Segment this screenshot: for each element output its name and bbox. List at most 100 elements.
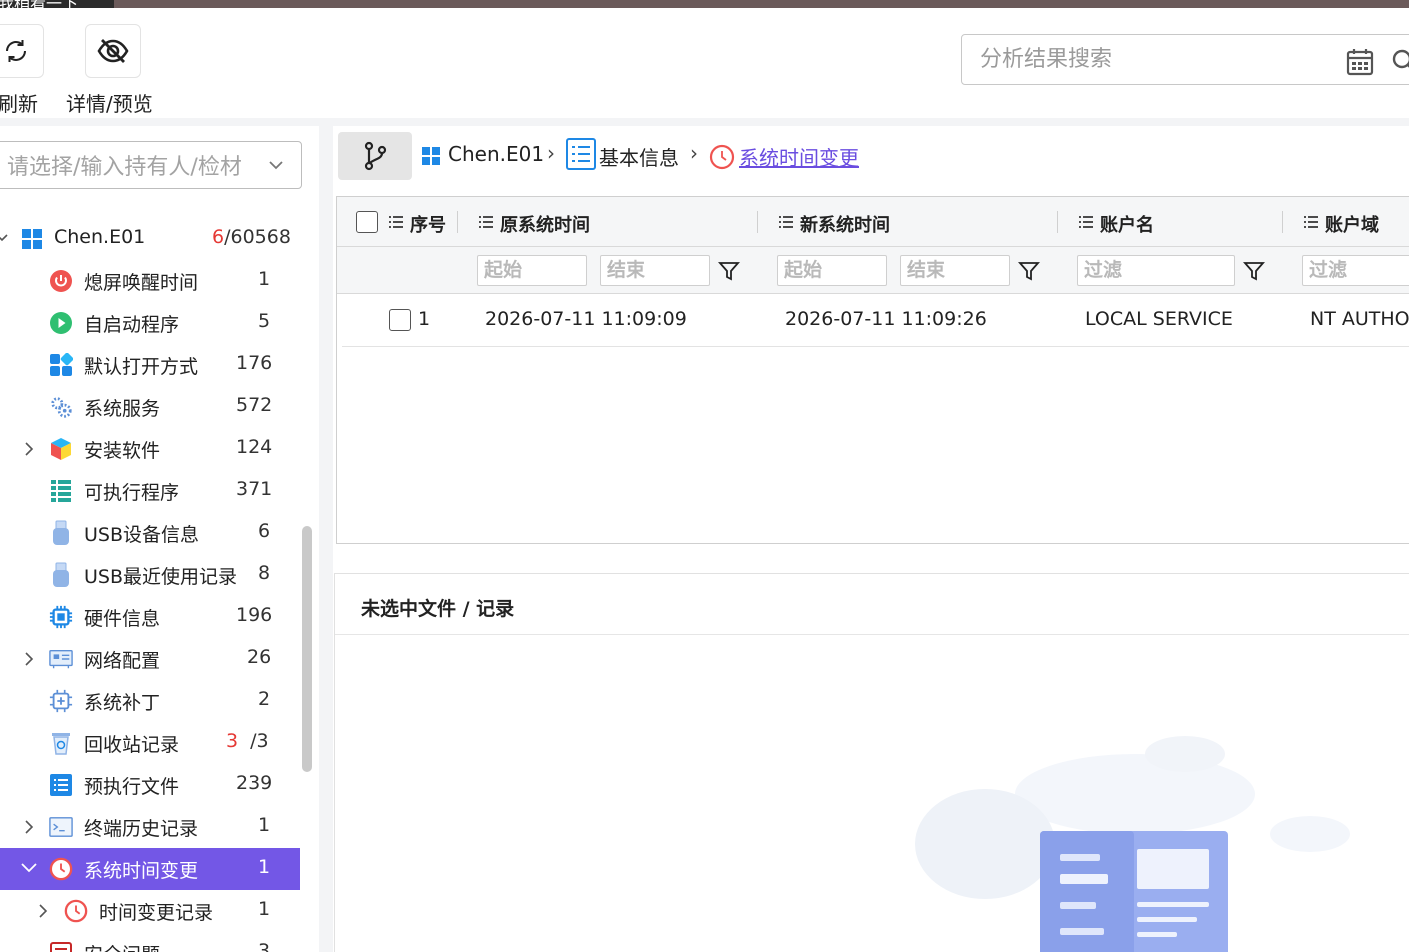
tree-item-system-services[interactable]: 系统服务 572 — [0, 386, 300, 428]
branch-icon — [364, 141, 387, 171]
chevron-right-icon[interactable] — [36, 902, 50, 920]
detail-preview-button[interactable] — [85, 24, 141, 78]
column-menu-icon[interactable] — [1303, 215, 1319, 229]
cell-domain: NT AUTHO — [1310, 308, 1409, 330]
column-header-account[interactable]: 账户名 — [1100, 211, 1154, 237]
box-icon — [49, 437, 73, 461]
new-time-end-filter[interactable]: 结束 — [900, 255, 1010, 286]
column-divider[interactable] — [1057, 211, 1058, 233]
sidebar-scrollbar[interactable] — [302, 526, 312, 772]
detail-panel-divider — [335, 634, 1409, 635]
chevron-right-icon[interactable] — [22, 440, 36, 458]
list-icon — [566, 138, 596, 170]
tree-item-count: 2 — [258, 688, 271, 710]
tree-item-recycle-bin[interactable]: 回收站记录 3/3 — [0, 722, 300, 764]
refresh-button[interactable] — [0, 24, 44, 78]
breadcrumb-item-current[interactable]: 系统时间变更 — [739, 142, 859, 171]
filter-icon[interactable] — [718, 260, 740, 282]
cell-index: 1 — [418, 308, 431, 330]
tree-item-count: 3 — [258, 940, 271, 952]
tree-item-count: 5 — [258, 310, 271, 332]
column-header-index[interactable]: 序号 — [410, 211, 446, 237]
window-tab[interactable]: 我稍看一下 — [0, 0, 114, 8]
domain-filter[interactable]: 过滤 — [1302, 255, 1409, 286]
account-filter[interactable]: 过滤 — [1077, 255, 1235, 286]
branch-button[interactable] — [338, 132, 412, 180]
recycle-bin-icon — [49, 731, 73, 755]
new-time-start-filter[interactable]: 起始 — [777, 255, 887, 286]
tree-item-executables[interactable]: 可执行程序 371 — [0, 470, 300, 512]
title-strip: 我稍看一下 — [0, 0, 1409, 8]
calendar-icon[interactable] — [1345, 47, 1375, 77]
column-menu-icon[interactable] — [478, 215, 494, 229]
chevron-down-icon — [269, 161, 283, 170]
select-all-checkbox[interactable] — [356, 211, 378, 233]
tree-item-usb-devices[interactable]: USB设备信息 6 — [0, 512, 300, 554]
tree-item-hardware[interactable]: 硬件信息 196 — [0, 596, 300, 638]
tree-item-count: 1 — [258, 814, 271, 836]
tree-item-autostart[interactable]: 自启动程序 5 — [0, 302, 300, 344]
filter-icon[interactable] — [1243, 260, 1265, 282]
tree-item-count: 196 — [236, 604, 273, 626]
cell-old-time: 2026-07-11 11:09:09 — [485, 308, 687, 330]
chevron-right-icon[interactable] — [22, 818, 36, 836]
apps-icon — [49, 353, 73, 377]
old-time-end-filter[interactable]: 结束 — [600, 255, 710, 286]
tree-item-terminal-history[interactable]: 终端历史记录 1 — [0, 806, 300, 848]
column-menu-icon[interactable] — [1078, 215, 1094, 229]
row-checkbox[interactable] — [389, 309, 411, 331]
filter-icon[interactable] — [1018, 260, 1040, 282]
column-menu-icon[interactable] — [388, 215, 404, 229]
column-divider[interactable] — [1282, 211, 1283, 233]
breadcrumb-separator: › — [547, 141, 555, 165]
chevron-down-icon[interactable] — [20, 860, 38, 876]
chevron-right-icon[interactable] — [22, 650, 36, 668]
window-title: 我稍看一下 — [0, 0, 78, 8]
usb-icon — [49, 520, 73, 545]
tree-item-default-open[interactable]: 默认打开方式 176 — [0, 344, 300, 386]
usb-icon — [49, 562, 73, 587]
tree-item-system-time-change[interactable]: 系统时间变更 1 — [0, 848, 300, 890]
search-input[interactable] — [962, 35, 1322, 83]
holder-selector[interactable]: 请选择/输入持有人/检材 — [0, 141, 302, 189]
tree-item-time-change-record[interactable]: 时间变更记录 1 — [0, 890, 300, 932]
power-icon — [49, 269, 73, 293]
tree-item-security-questions[interactable]: 安全问题 3 — [0, 932, 300, 952]
column-divider[interactable] — [757, 211, 758, 233]
column-menu-icon[interactable] — [778, 215, 794, 229]
tree-item-label: 安全问题 — [84, 940, 160, 952]
tree-item-label: 时间变更记录 — [99, 902, 214, 924]
tree-root-count-red: 6 — [212, 226, 225, 248]
tree-item-label: 安装软件 — [84, 440, 161, 462]
tree-item-count-rest: /3 — [250, 730, 269, 752]
search-icon[interactable] — [1390, 47, 1409, 75]
tree-item-patches[interactable]: 系统补丁 2 — [0, 680, 300, 722]
table-row[interactable]: 1 2026-07-11 11:09:09 2026-07-11 11:09:2… — [342, 294, 1409, 347]
tree-item-prefetch[interactable]: 预执行文件 239 — [0, 764, 300, 806]
tree-item-installed-software[interactable]: 安装软件 124 — [0, 428, 300, 470]
tree-item-usb-recent[interactable]: USB最近使用记录 8 — [0, 554, 300, 596]
breadcrumb-item-basic-info[interactable]: 基本信息 — [599, 142, 679, 171]
column-header-domain[interactable]: 账户域 — [1325, 211, 1379, 237]
windows-icon — [20, 227, 44, 251]
tree-item-screen-wake[interactable]: 熄屏唤醒时间 1 — [0, 260, 300, 302]
tree-root[interactable]: Chen.E01 6/60568 — [0, 218, 300, 260]
toolbar: 刷新 详情/预览 — [0, 8, 1409, 118]
column-header-new-time[interactable]: 新系统时间 — [800, 211, 890, 237]
chevron-down-icon[interactable] — [0, 230, 10, 246]
tree-item-count: 1 — [258, 856, 271, 878]
tree-item-network[interactable]: 网络配置 26 — [0, 638, 300, 680]
sidebar-separator — [319, 126, 333, 952]
tree-item-count: 3/3 — [226, 730, 269, 752]
old-time-start-filter[interactable]: 起始 — [477, 255, 587, 286]
column-divider[interactable] — [457, 211, 458, 233]
breadcrumb-item-evidence[interactable]: Chen.E01 — [448, 142, 544, 166]
tree-item-count: 176 — [236, 352, 273, 374]
tree-item-count: 8 — [258, 562, 271, 584]
column-header-old-time[interactable]: 原系统时间 — [500, 211, 590, 237]
prefetch-icon — [49, 773, 73, 797]
data-grid: 序号 原系统时间 新系统时间 账户名 账户域 起始 结束 起始 结束 过滤 过滤… — [336, 196, 1409, 544]
clock-icon — [49, 857, 73, 881]
doc-icon — [49, 941, 73, 952]
chip-icon — [49, 605, 73, 629]
